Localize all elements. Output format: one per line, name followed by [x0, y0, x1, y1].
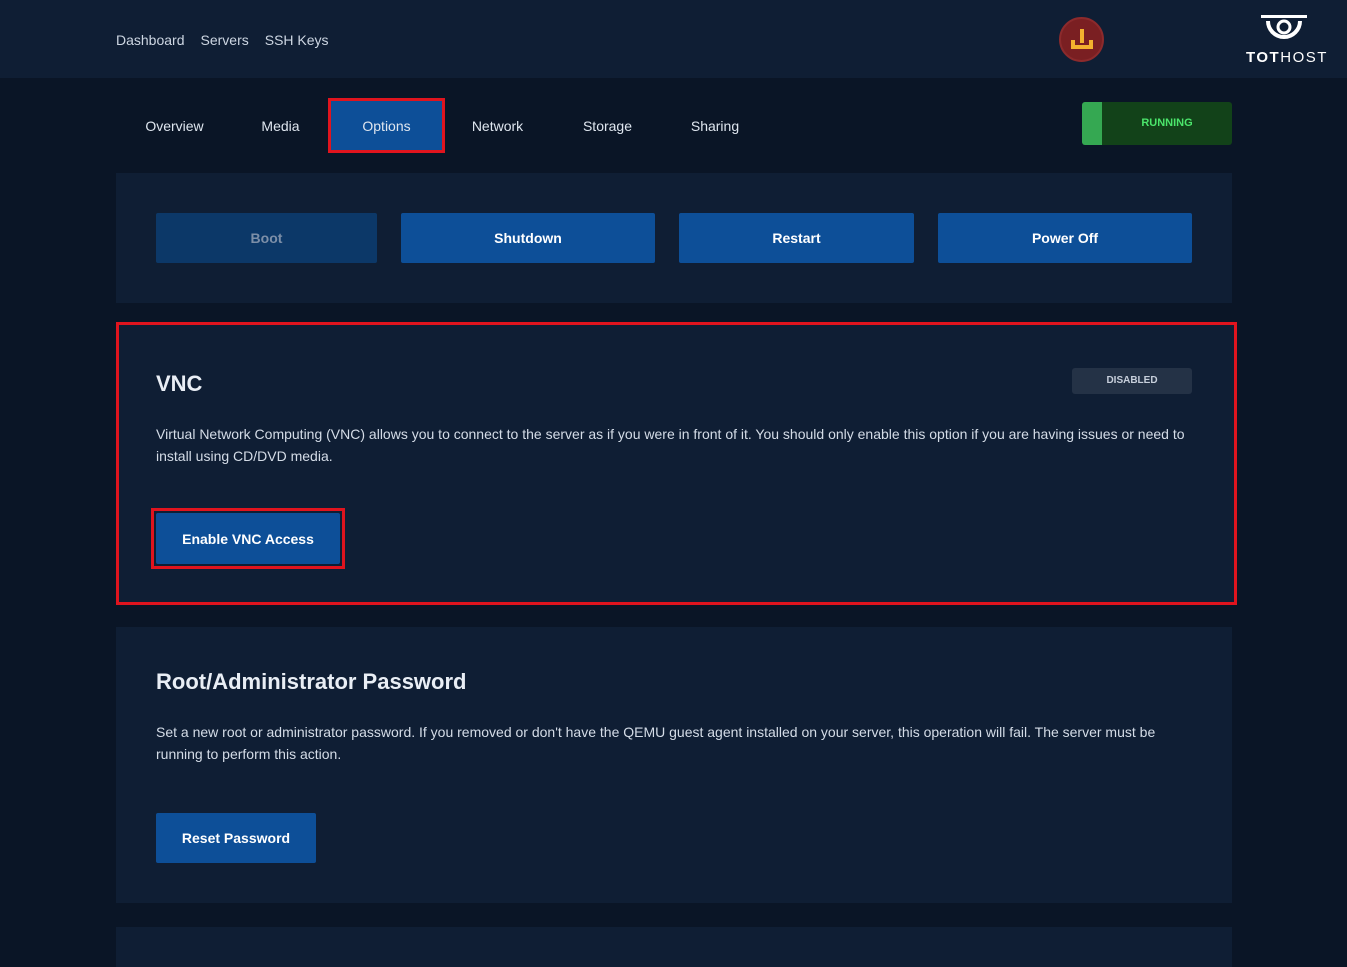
server-status-badge: RUNNING — [1082, 102, 1232, 145]
tab-network[interactable]: Network — [445, 98, 550, 153]
boot-button[interactable]: Boot — [156, 213, 377, 263]
restart-button[interactable]: Restart — [679, 213, 914, 263]
logo-text: TOTHOST — [1246, 49, 1328, 66]
tothost-logo-icon — [1261, 15, 1307, 39]
server-status-text: RUNNING — [1141, 117, 1193, 129]
status-indicator-bar — [1082, 102, 1102, 145]
vnc-card: VNC DISABLED Virtual Network Computing (… — [116, 322, 1237, 605]
vnc-title: VNC — [156, 371, 203, 396]
reset-password-button[interactable]: Reset Password — [156, 813, 316, 863]
root-password-description: Set a new root or administrator password… — [156, 724, 1156, 762]
nav-servers-link[interactable]: Servers — [201, 32, 249, 48]
shutdown-button[interactable]: Shutdown — [401, 213, 655, 263]
tab-storage[interactable]: Storage — [550, 98, 665, 153]
nav-ssh-keys-link[interactable]: SSH Keys — [265, 32, 329, 48]
vnc-status-badge: DISABLED — [1072, 368, 1192, 394]
user-avatar-icon — [1071, 29, 1093, 49]
tothost-logo[interactable]: TOTHOST — [1244, 13, 1326, 67]
enable-vnc-button[interactable]: Enable VNC Access — [156, 513, 340, 564]
power-controls-card: Boot Shutdown Restart Power Off — [116, 173, 1232, 303]
server-tabs: Overview Media Options Network Storage S… — [116, 98, 765, 153]
vnc-description: Virtual Network Computing (VNC) allows y… — [156, 426, 1185, 464]
top-nav: Dashboard Servers SSH Keys — [116, 32, 329, 48]
tab-overview[interactable]: Overview — [116, 98, 233, 153]
user-avatar[interactable] — [1059, 17, 1104, 62]
vnc-button-highlight: Enable VNC Access — [151, 508, 345, 569]
tab-sharing[interactable]: Sharing — [665, 98, 765, 153]
next-card — [116, 927, 1232, 967]
nav-dashboard-link[interactable]: Dashboard — [116, 32, 185, 48]
root-password-card: Root/Administrator Password Set a new ro… — [116, 627, 1232, 903]
top-bar: Dashboard Servers SSH Keys TOTHOST — [0, 0, 1347, 78]
tab-media[interactable]: Media — [233, 98, 328, 153]
root-password-title: Root/Administrator Password — [156, 669, 467, 694]
power-off-button[interactable]: Power Off — [938, 213, 1192, 263]
tab-options[interactable]: Options — [328, 98, 445, 153]
